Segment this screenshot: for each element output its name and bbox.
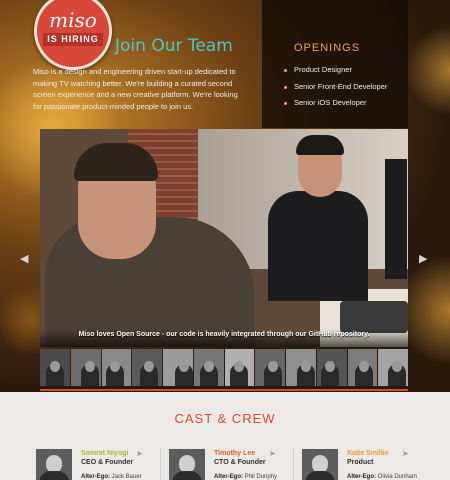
divider — [293, 448, 294, 480]
thumbnail[interactable] — [163, 349, 193, 386]
thumbnail[interactable] — [255, 349, 285, 386]
thumbnail[interactable] — [132, 349, 162, 386]
member-alter-ego: Alter-Ego: Olivia Dunham — [347, 474, 417, 480]
member-alter-ego: Alter-Ego: Phil Dunphy — [214, 474, 277, 480]
opening-label: Senior iOS Developer — [294, 98, 367, 107]
chevron-left-icon[interactable]: ◀ — [20, 252, 28, 265]
slideshow-photo[interactable]: Miso loves Open Source - our code is hea… — [40, 129, 408, 347]
thumbnail[interactable] — [286, 349, 316, 386]
thumbnail[interactable] — [70, 349, 101, 386]
photo-monitor — [385, 159, 407, 279]
member-role: CEO & Founder — [81, 459, 134, 466]
thumbnail[interactable] — [378, 349, 408, 386]
thumbnail-strip — [40, 349, 408, 386]
divider — [160, 448, 161, 480]
thumbnail[interactable] — [193, 349, 224, 386]
chevron-right-icon[interactable]: ▶ — [419, 252, 427, 265]
team-member-card[interactable]: Timothy Lee CTO & Founder Alter-Ego: Phi… — [169, 449, 289, 480]
twitter-icon[interactable]: ➤ — [402, 449, 409, 458]
twitter-icon[interactable]: ➤ — [136, 449, 143, 458]
badge-brand: miso — [49, 8, 97, 32]
opening-link[interactable]: Senior iOS Developer — [284, 95, 387, 112]
member-name[interactable]: Katie Smillie — [347, 450, 389, 457]
opening-link[interactable]: Senior Front-End Developer — [284, 79, 387, 96]
member-name[interactable]: Somrat Niyogi — [81, 450, 128, 457]
opening-label: Product Designer — [294, 65, 352, 74]
bullet-icon — [284, 85, 287, 89]
alter-ego-label: Alter-Ego: — [214, 474, 243, 480]
member-alter-ego: Alter-Ego: Jack Bauer — [81, 474, 142, 480]
badge-tag: IS HIRING — [43, 33, 103, 46]
opening-label: Senior Front-End Developer — [294, 81, 388, 91]
alter-ego-label: Alter-Ego: — [347, 474, 376, 480]
team-member-card[interactable]: Somrat Niyogi CEO & Founder Alter-Ego: J… — [36, 449, 156, 480]
photo-person-hair — [296, 135, 344, 155]
avatar — [36, 449, 72, 480]
thumbnail[interactable] — [347, 349, 378, 386]
opening-link[interactable]: Product Designer — [284, 62, 387, 79]
member-role: CTO & Founder — [214, 459, 266, 466]
openings-title: OPENINGS — [294, 42, 361, 54]
alter-ego-value: Jack Bauer — [111, 474, 142, 480]
member-name[interactable]: Timothy Lee — [214, 450, 255, 457]
photo-person — [268, 191, 368, 301]
bokeh-light — [405, 25, 450, 115]
miso-hiring-badge[interactable]: miso IS HIRING — [34, 0, 112, 70]
avatar — [169, 449, 205, 480]
bullet-icon — [284, 69, 287, 72]
hero-section: miso IS HIRING Join Our Team Miso is a d… — [0, 0, 450, 392]
thumbnail[interactable] — [40, 349, 70, 386]
intro-text: Miso is a design and engineering driven … — [33, 67, 238, 111]
slideshow-underline — [40, 389, 408, 391]
alter-ego-label: Alter-Ego: — [81, 474, 110, 480]
avatar — [302, 449, 338, 480]
cast-title: CAST & CREW — [174, 411, 276, 426]
member-role: Product — [347, 459, 374, 466]
openings-list: Product Designer Senior Front-End Develo… — [284, 62, 387, 112]
bullet-icon — [284, 102, 287, 105]
alter-ego-value: Phil Dunphy — [244, 474, 278, 480]
team-member-card[interactable]: Katie Smillie Product Alter-Ego: Olivia … — [302, 449, 422, 480]
thumbnail[interactable] — [316, 349, 347, 386]
join-title: Join Our Team — [115, 36, 233, 56]
thumbnail[interactable] — [101, 349, 132, 386]
alter-ego-value: Olivia Dunham — [377, 474, 418, 480]
twitter-icon[interactable]: ➤ — [269, 449, 276, 458]
thumbnail[interactable] — [224, 349, 255, 386]
slideshow-caption: Miso loves Open Source - our code is hea… — [78, 331, 370, 338]
